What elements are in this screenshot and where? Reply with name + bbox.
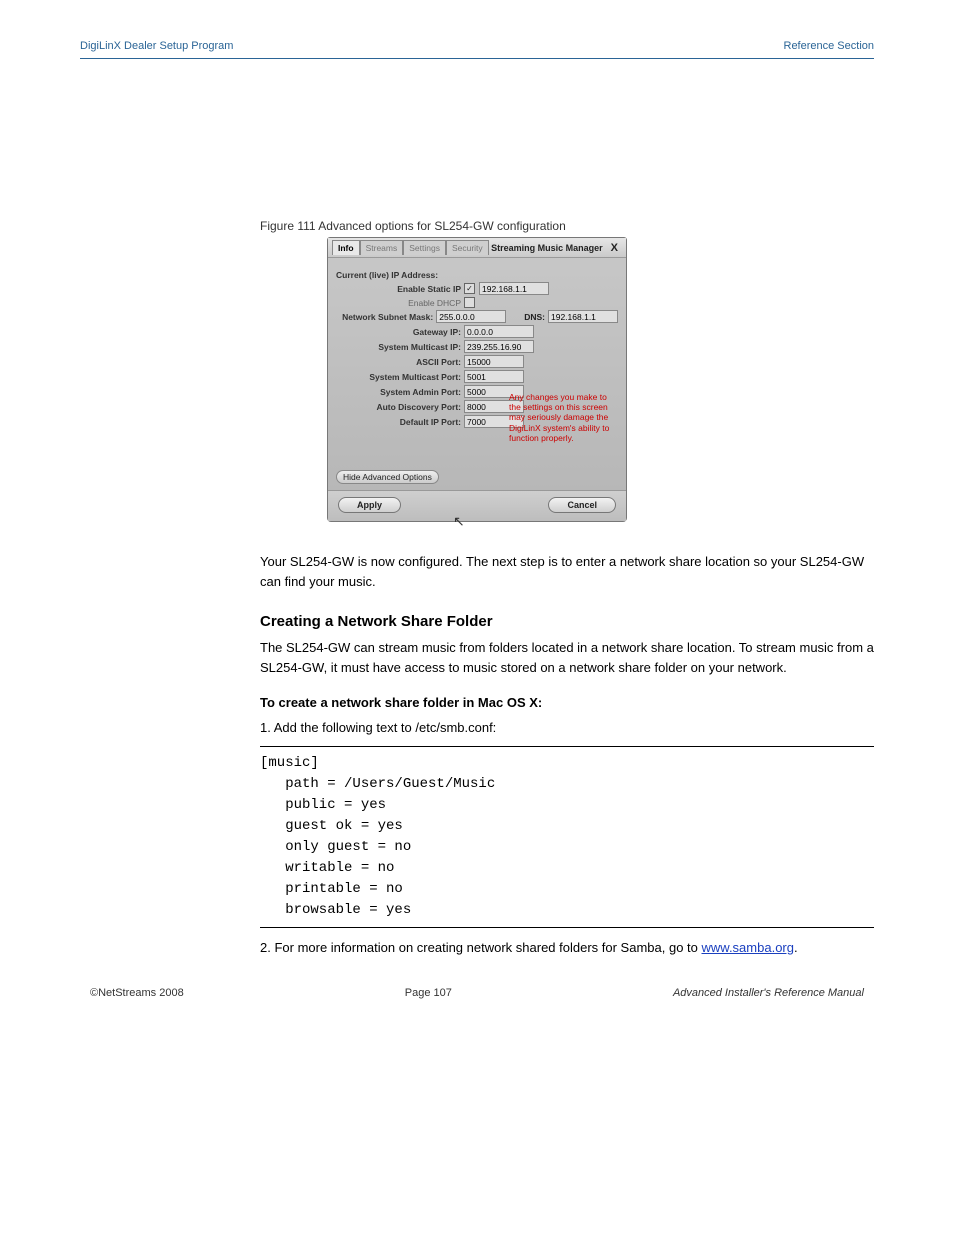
paragraph-share-desc: The SL254-GW can stream music from folde…	[260, 638, 874, 677]
tab-settings[interactable]: Settings	[403, 240, 446, 255]
hide-advanced-button[interactable]: Hide Advanced Options	[336, 470, 439, 484]
label-current-ip: Current (live) IP Address:	[336, 270, 441, 280]
step-2a: 2. For more information on creating netw…	[260, 940, 702, 955]
checkbox-static-ip[interactable]: ✓	[464, 283, 475, 294]
tab-info[interactable]: Info	[332, 240, 360, 255]
label-gateway: Gateway IP:	[336, 327, 464, 337]
footer-copyright: ©NetStreams 2008	[90, 987, 184, 999]
tab-bar: Info Streams Settings Security	[332, 240, 489, 255]
apply-button[interactable]: Apply	[338, 497, 401, 513]
label-autodiscovery-port: Auto Discovery Port:	[336, 402, 464, 412]
header-rule	[80, 58, 874, 59]
header-left: DigiLinX Dealer Setup Program	[80, 40, 233, 52]
samba-link[interactable]: www.samba.org	[702, 940, 794, 955]
dialog-title: Streaming Music Manager	[491, 243, 607, 253]
tab-security[interactable]: Security	[446, 240, 489, 255]
settings-dialog: Info Streams Settings Security Streaming…	[327, 237, 627, 522]
figure-caption: Figure 111 Advanced options for SL254-GW…	[260, 219, 874, 233]
label-admin-port: System Admin Port:	[336, 387, 464, 397]
input-dns[interactable]	[548, 310, 618, 323]
code-block-smbconf: [music] path = /Users/Guest/Music public…	[260, 746, 874, 928]
tab-streams[interactable]: Streams	[360, 240, 404, 255]
step-2b: .	[794, 940, 798, 955]
close-icon[interactable]: X	[607, 242, 622, 254]
step-1: 1. Add the following text to /etc/smb.co…	[260, 718, 874, 738]
subheading-macos: To create a network share folder in Mac …	[260, 695, 874, 710]
label-multicast-port: System Multicast Port:	[336, 372, 464, 382]
input-static-ip[interactable]	[479, 282, 549, 295]
footer-page: Page 107	[405, 987, 452, 999]
checkbox-dhcp[interactable]	[464, 297, 475, 308]
input-multicast-port[interactable]	[464, 370, 524, 383]
label-subnet: Network Subnet Mask:	[336, 312, 436, 322]
paragraph-configured: Your SL254-GW is now configured. The nex…	[260, 552, 874, 591]
input-subnet[interactable]	[436, 310, 506, 323]
label-enable-dhcp: Enable DHCP	[336, 298, 464, 308]
heading-network-share: Creating a Network Share Folder	[260, 613, 874, 630]
header-right: Reference Section	[784, 40, 875, 52]
label-dns: DNS:	[524, 312, 545, 322]
input-multicast-ip[interactable]	[464, 340, 534, 353]
input-ascii-port[interactable]	[464, 355, 524, 368]
step-2: 2. For more information on creating netw…	[260, 938, 874, 958]
label-multicast-ip: System Multicast IP:	[336, 342, 464, 352]
label-enable-static: Enable Static IP	[336, 284, 464, 294]
warning-text: Any changes you make to the settings on …	[505, 388, 620, 447]
footer-manual: Advanced Installer's Reference Manual	[673, 987, 864, 999]
label-ascii-port: ASCII Port:	[336, 357, 464, 367]
label-default-ip-port: Default IP Port:	[336, 417, 464, 427]
input-gateway[interactable]	[464, 325, 534, 338]
cancel-button[interactable]: Cancel	[548, 497, 616, 513]
cursor-icon: ↖	[453, 513, 465, 530]
